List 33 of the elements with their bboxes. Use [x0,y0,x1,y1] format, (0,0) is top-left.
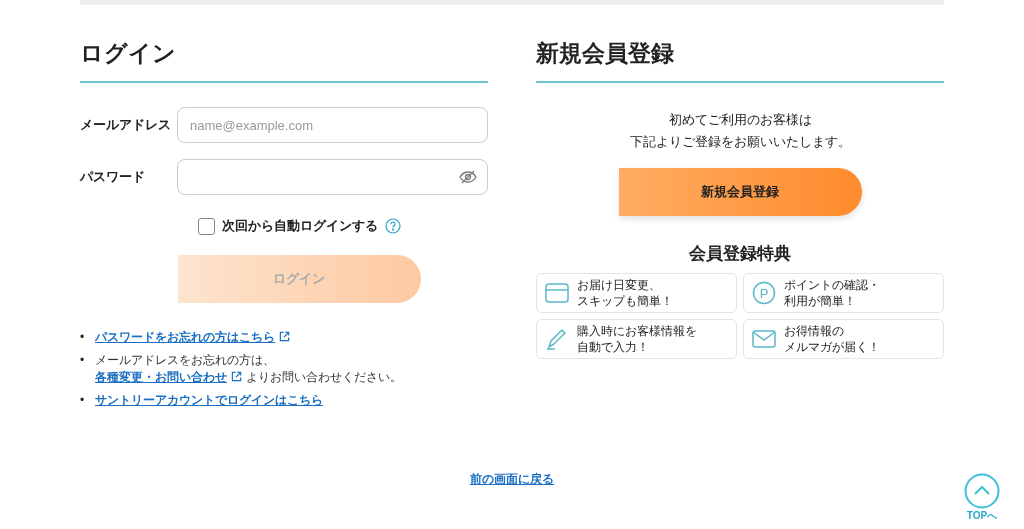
email-input[interactable]: name@example.com [177,107,488,143]
intro-text: 初めてご利用のお客様は 下記よりご登録をお願いいたします。 [628,111,852,151]
benefits-heading: 会員登録特典 [688,243,792,265]
password-input[interactable] [177,159,488,195]
email-label: メールアドレス [80,116,172,134]
eye-slash-icon[interactable] [459,170,477,184]
point-icon: P [752,281,776,305]
benefit-text: 購入時にお客様情報を 自動で入力！ [577,323,697,355]
password-label: パスワード [80,168,146,186]
external-link-icon [279,331,290,342]
up-chevron-icon [964,473,1000,509]
envelope-icon [752,329,776,349]
benefit-text: ポイントの確認・ 利用が簡単！ [784,277,880,309]
link[interactable]: 各種変更・お問い合わせ [95,370,227,384]
login-heading: ログイン [80,38,488,83]
pen-icon [545,327,569,351]
benefit-text: お得情報の メルマガが届く！ [784,323,880,355]
link[interactable]: サントリーアカウントでログインはこちら [95,393,323,407]
bullet: • [80,392,86,409]
register-heading: 新規会員登録 [536,38,944,83]
calendar-icon [545,282,569,304]
checkbox[interactable] [197,217,215,235]
bullet: • [80,352,86,369]
benefit-text: お届け日変更、 スキップも簡単！ [577,277,673,309]
remember-label: 次回から自動ログインする [221,217,378,235]
help-icon[interactable] [384,218,401,234]
bullet: • [80,329,86,346]
link[interactable]: パスワードをお忘れの方はこちら [95,330,275,344]
note-text: メールアドレスをお忘れの方は、 各種変更・お問い合わせ よりお問い合わせください。 [95,352,402,386]
external-link-icon [231,371,242,382]
back-link[interactable]: 前の画面に戻る [470,472,554,486]
top-button[interactable]: TOPへ [964,473,1000,523]
register-button[interactable]: 新規会員登録 [618,168,862,216]
